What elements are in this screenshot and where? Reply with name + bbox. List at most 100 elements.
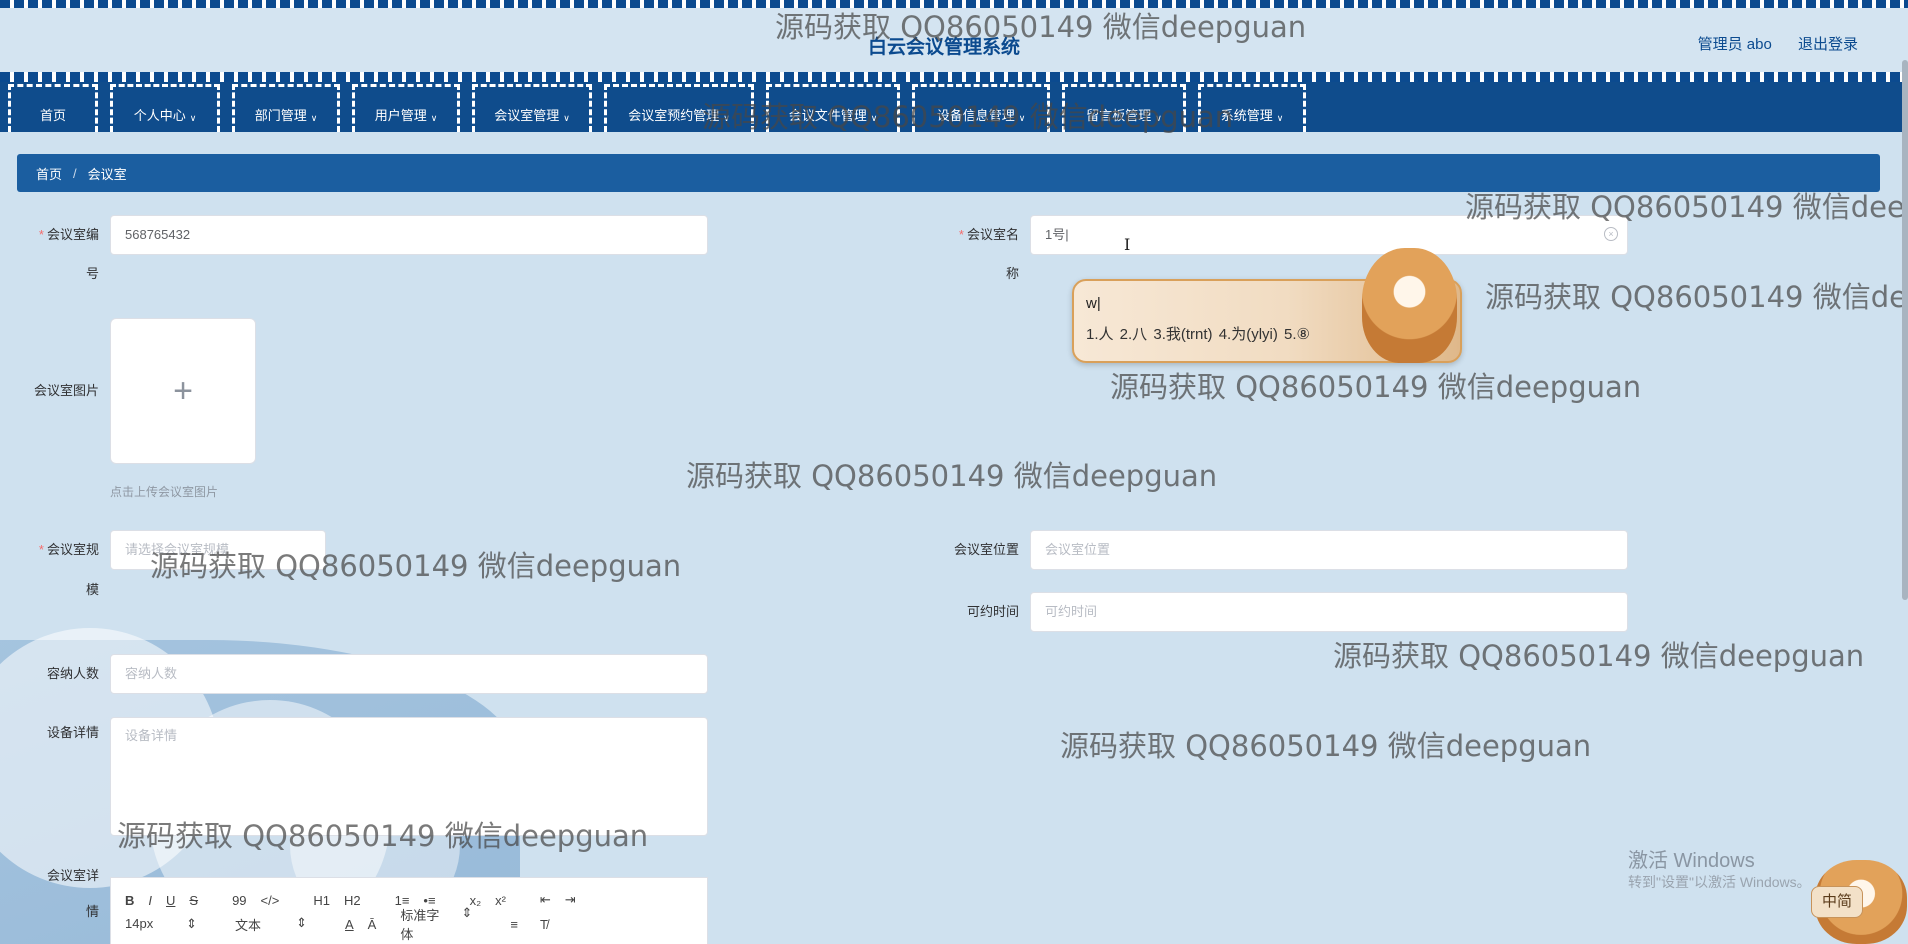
- ime-mode-badge[interactable]: 中简: [1811, 886, 1863, 918]
- header-dashed-border-top: [0, 0, 1908, 8]
- room-no-label: * 会议室编: [14, 215, 99, 255]
- bold-button[interactable]: B: [125, 893, 134, 908]
- room-image-label: 会议室图片: [33, 383, 99, 398]
- font-color-icon[interactable]: A: [345, 917, 354, 932]
- room-location-input[interactable]: 会议室位置: [1030, 530, 1628, 570]
- room-name-label-line2: 称: [1005, 266, 1019, 281]
- available-time-input[interactable]: 可约时间: [1030, 592, 1628, 632]
- room-name-value: 1号|: [1045, 227, 1069, 242]
- current-user-label[interactable]: 管理员 abo: [1698, 36, 1772, 53]
- underline-button[interactable]: U: [166, 893, 175, 908]
- watermark: 源码获取 QQ86050149 微信deepguan: [1060, 729, 1592, 763]
- nav-item-personal-center[interactable]: 个人中心 ∨: [110, 84, 220, 132]
- room-scale-select[interactable]: 请选择会议室规模: [110, 530, 326, 570]
- quote-button[interactable]: 99: [232, 893, 246, 908]
- chevron-down-icon: ∨: [430, 113, 438, 123]
- room-no-input[interactable]: 568765432: [110, 215, 708, 255]
- breadcrumb-separator: /: [73, 165, 77, 181]
- chevron-down-icon: ∨: [1276, 113, 1284, 123]
- top-header: 白云会议管理系统 管理员 abo 退出登录: [0, 0, 1908, 84]
- room-name-input[interactable]: 1号| ×: [1030, 215, 1628, 255]
- nav-item-home[interactable]: 首页: [8, 84, 98, 132]
- required-asterisk: *: [38, 227, 44, 242]
- watermark: 源码获取 QQ86050149 微信deepguan: [686, 459, 1218, 493]
- updown-icon: ⇕: [186, 916, 197, 931]
- text-cursor-icon: I: [1124, 235, 1131, 254]
- updown-icon: ⇕: [296, 914, 307, 930]
- h2-button[interactable]: H2: [344, 893, 361, 908]
- chevron-down-icon: ∨: [870, 113, 878, 123]
- breadcrumb: 首页 / 会议室: [17, 154, 1880, 192]
- chevron-down-icon: ∨: [1018, 113, 1026, 123]
- nav-item-messages[interactable]: 留言板管理 ∨: [1062, 84, 1186, 132]
- text-style-value: 文本: [235, 917, 262, 933]
- clear-icon[interactable]: ×: [1604, 227, 1618, 241]
- equipment-textarea[interactable]: 设备详情: [110, 717, 708, 836]
- watermark: 源码获取 QQ86050149 微信deepguan: [1333, 639, 1865, 673]
- user-area: 管理员 abo 退出登录: [1676, 33, 1858, 54]
- nav-item-label: 用户管理: [374, 108, 427, 123]
- nav-item-label: 留言板管理: [1086, 108, 1152, 123]
- watermark: 源码获取 QQ86050149 微信deepguan: [1485, 280, 1908, 314]
- nav-item-files[interactable]: 会议文件管理 ∨: [766, 84, 900, 132]
- align-icon[interactable]: ≡: [510, 917, 518, 932]
- nav-item-label: 会议室预约管理: [628, 108, 720, 123]
- chevron-down-icon: ∨: [1155, 113, 1162, 123]
- chevron-down-icon: ∨: [189, 113, 197, 123]
- nav-item-label: 系统管理: [1220, 108, 1273, 123]
- font-family-value: 标准字体: [400, 908, 440, 942]
- code-button[interactable]: </>: [261, 893, 280, 908]
- vertical-scrollbar[interactable]: [1902, 60, 1908, 600]
- chevron-down-icon: ∨: [563, 113, 570, 123]
- capacity-label: 容纳人数: [46, 666, 99, 681]
- breadcrumb-home[interactable]: 首页: [36, 164, 62, 183]
- room-location-label: 会议室位置: [953, 542, 1019, 557]
- ime-input-text: w|: [1086, 295, 1101, 312]
- nav-item-label: 设备信息管理: [936, 108, 1015, 123]
- room-scale-label: * 会议室规: [14, 530, 99, 570]
- nav-item-rooms[interactable]: 会议室管理 ∨: [472, 84, 592, 132]
- room-detail-label-line2: 情: [85, 904, 99, 919]
- windows-activation-subtitle: 转到"设置"以激活 Windows。: [1628, 874, 1811, 890]
- capacity-input[interactable]: 容纳人数: [110, 654, 708, 694]
- nav-item-department[interactable]: 部门管理 ∨: [232, 84, 340, 132]
- superscript-button[interactable]: x²: [495, 893, 506, 908]
- nav-item-label: 会议文件管理: [788, 108, 867, 123]
- equipment-label: 设备详情: [46, 725, 99, 740]
- system-title: 白云会议管理系统: [868, 37, 1021, 58]
- logout-link[interactable]: 退出登录: [1798, 36, 1858, 53]
- nav-item-reservations[interactable]: 会议室预约管理 ∨: [604, 84, 754, 132]
- h1-button[interactable]: H1: [313, 893, 330, 908]
- breadcrumb-current: 会议室: [87, 166, 127, 182]
- image-upload-button[interactable]: +: [110, 318, 256, 464]
- ime-candidates[interactable]: 1.人 2.八 3.我(trnt) 4.为(ylyi) 5.⑧: [1086, 323, 1310, 344]
- shiba-dog-image: [1362, 248, 1457, 363]
- font-family-select[interactable]: 标准字体 ⇕: [400, 905, 486, 943]
- available-time-label: 可约时间: [966, 604, 1019, 619]
- text-style-select[interactable]: 文本 ⇕: [235, 915, 321, 934]
- nav-item-equipment[interactable]: 设备信息管理 ∨: [912, 84, 1050, 132]
- rich-text-editor[interactable]: B I U S 99 </> H1 H2 1≡ •≡ x₂ x² ⇤ ⇥ 14p…: [110, 877, 708, 944]
- room-no-label-line2: 号: [85, 266, 99, 281]
- windows-activation-title: 激活 Windows: [1628, 850, 1755, 872]
- chevron-down-icon: ∨: [723, 113, 730, 123]
- room-scale-label-line2: 模: [85, 582, 99, 597]
- nav-item-system[interactable]: 系统管理 ∨: [1198, 84, 1306, 132]
- outdent-button[interactable]: ⇤: [540, 892, 551, 908]
- header-dashed-border-bottom: [0, 72, 1908, 82]
- chevron-down-icon: ∨: [310, 113, 318, 123]
- italic-button[interactable]: I: [148, 893, 152, 908]
- main-nav: 首页 个人中心 ∨ 部门管理 ∨ 用户管理 ∨ 会议室管理 ∨ 会议室预约管理 ∨ 会议文…: [0, 82, 1908, 132]
- nav-item-label: 会议室管理: [494, 108, 560, 123]
- nav-item-users[interactable]: 用户管理 ∨: [352, 84, 460, 132]
- font-size-value: 14px: [125, 916, 154, 931]
- background-color-icon[interactable]: Ā: [368, 917, 377, 932]
- editor-toolbar-row-2: 14px ⇕ 文本 ⇕ A Ā 标准字体 ⇕ ≡ T̸: [111, 905, 707, 942]
- nav-item-label: 部门管理: [254, 108, 307, 123]
- font-size-select[interactable]: 14px ⇕: [125, 916, 211, 932]
- clear-format-icon[interactable]: T̸: [540, 917, 548, 932]
- required-asterisk: *: [38, 542, 44, 557]
- indent-button[interactable]: ⇥: [565, 892, 576, 908]
- nav-item-label: 个人中心: [133, 108, 186, 123]
- strike-button[interactable]: S: [189, 893, 198, 908]
